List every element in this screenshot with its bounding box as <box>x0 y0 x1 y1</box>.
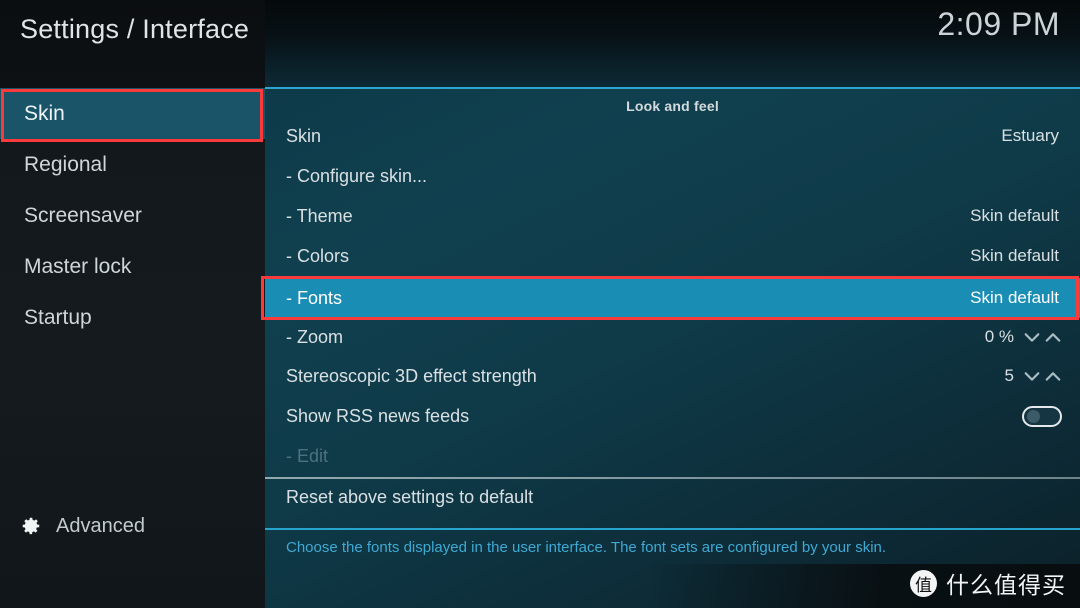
chevron-up-icon[interactable] <box>1044 369 1062 383</box>
setting-label: Show RSS news feeds <box>286 405 470 426</box>
setting-value: 0 % <box>984 327 1014 346</box>
sidebar-item-startup[interactable]: Startup <box>0 292 265 343</box>
settings-content-panel: Look and feel Skin Estuary - Configure s… <box>261 88 1080 608</box>
setting-row-fonts[interactable]: - Fonts Skin default <box>265 278 1080 318</box>
sidebar-item-master-lock[interactable]: Master lock <box>0 241 265 292</box>
sidebar: Skin Regional Screensaver Master lock St… <box>0 88 265 608</box>
sidebar-item-skin[interactable]: Skin <box>0 88 265 139</box>
setting-label: Skin <box>286 125 322 146</box>
clock: 2:09 PM <box>937 6 1060 42</box>
watermark-badge: 值 <box>910 569 937 597</box>
setting-row-stereoscopic-3d[interactable]: Stereoscopic 3D effect strength 5 <box>265 356 1080 396</box>
rss-toggle-switch[interactable] <box>1022 405 1062 427</box>
setting-label: - Edit <box>286 445 329 466</box>
setting-value: Skin default <box>970 206 1059 225</box>
setting-label: - Colors <box>286 245 350 266</box>
setting-label: - Configure skin... <box>286 165 428 186</box>
setting-row-skin[interactable]: Skin Estuary <box>265 116 1080 156</box>
setting-label: - Fonts <box>286 287 343 308</box>
setting-label: Reset above settings to default <box>286 486 534 507</box>
help-description: Choose the fonts displayed in the user i… <box>286 539 887 556</box>
watermark: 值 什么值得买 <box>910 566 1066 600</box>
setting-row-show-rss-news-feeds[interactable]: Show RSS news feeds <box>265 396 1080 436</box>
sidebar-item-screensaver[interactable]: Screensaver <box>0 190 265 241</box>
setting-row-configure-skin[interactable]: - Configure skin... <box>265 156 1080 196</box>
chevron-down-icon[interactable] <box>1023 330 1041 344</box>
kodi-settings-screen: Settings / Interface 2:09 PM Skin Region… <box>0 0 1080 608</box>
setting-value: Skin default <box>970 288 1059 307</box>
top-header-bar: Settings / Interface 2:09 PM <box>0 0 1080 88</box>
setting-value: 5 <box>1004 366 1014 385</box>
watermark-text: 什么值得买 <box>946 573 1066 599</box>
chevron-down-icon[interactable] <box>1023 369 1041 383</box>
setting-value: Estuary <box>1001 126 1059 145</box>
section-title: Look and feel <box>626 98 719 114</box>
spinner-control[interactable] <box>1023 330 1062 344</box>
setting-row-edit: - Edit <box>265 436 1080 476</box>
setting-label: - Zoom <box>286 326 344 347</box>
divider-above-help <box>265 528 1080 530</box>
gear-icon <box>22 517 40 535</box>
advanced-label: Advanced <box>56 514 145 537</box>
advanced-button[interactable]: Advanced <box>0 506 265 546</box>
chevron-up-icon[interactable] <box>1044 330 1062 344</box>
setting-row-colors[interactable]: - Colors Skin default <box>265 236 1080 276</box>
page-title: Settings / Interface <box>20 14 250 44</box>
setting-value: Skin default <box>970 246 1059 265</box>
setting-row-theme[interactable]: - Theme Skin default <box>265 196 1080 236</box>
toggle-knob <box>1027 409 1040 423</box>
setting-row-zoom[interactable]: - Zoom 0 % <box>265 317 1080 357</box>
content-top-accent-line <box>265 87 1080 89</box>
sidebar-item-regional[interactable]: Regional <box>0 139 265 190</box>
setting-row-reset-defaults[interactable]: Reset above settings to default <box>265 477 1080 517</box>
setting-label: Stereoscopic 3D effect strength <box>286 365 537 386</box>
setting-label: - Theme <box>286 205 353 226</box>
spinner-control[interactable] <box>1023 369 1062 383</box>
